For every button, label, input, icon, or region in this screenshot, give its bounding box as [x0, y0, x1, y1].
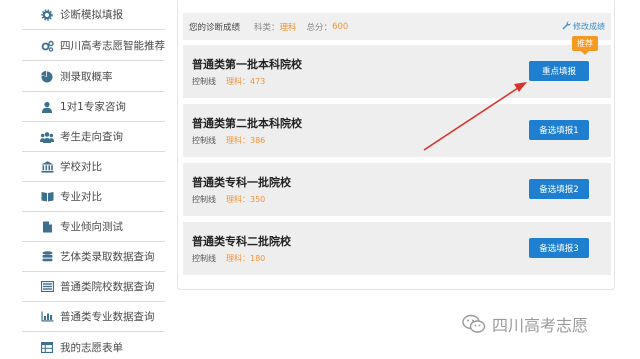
sidebar-item-smart-recommend[interactable]: 四川高考志愿智能推荐	[22, 31, 165, 61]
users-icon	[40, 130, 54, 144]
wechat-icon	[462, 314, 486, 334]
subject-value: 理科	[279, 22, 297, 33]
sidebar-item-label: 专业倾向测试	[60, 221, 123, 233]
sidebar-item-direction[interactable]: 考生走向查询	[22, 122, 165, 152]
sidebar-item-my-form[interactable]: 我的志愿表单	[22, 332, 165, 359]
sidebar-item-label: 我的志愿表单	[60, 341, 123, 354]
sidebar: 诊断模拟填报 四川高考志愿智能推荐 测录取概率 1对1专家咨询 考生走向查询 学…	[22, 0, 165, 359]
control-line: 控制线 理科：350	[192, 194, 265, 205]
batch-name: 普通类专科二批院校	[192, 235, 291, 248]
sidebar-item-tendency-test[interactable]: 专业倾向测试	[22, 212, 165, 242]
sidebar-item-label: 测录取概率	[60, 71, 113, 83]
pie-chart-icon	[40, 70, 54, 84]
recommend-badge: 推荐	[572, 36, 598, 55]
backup-fill-button-2[interactable]: 备选填报2	[529, 179, 589, 199]
batch-card-2: 普通类第二批本科院校 控制线 理科：386 备选填报1	[183, 104, 611, 157]
backup-fill-button-3[interactable]: 备选填报3	[529, 238, 589, 258]
control-line-value: 180	[250, 254, 266, 263]
control-line-value: 350	[250, 195, 266, 204]
edit-score-label: 修改成绩	[573, 22, 605, 31]
control-line-label: 控制线	[192, 195, 216, 204]
wrench-icon	[562, 21, 571, 32]
batch-name: 普通类第一批本科院校	[192, 58, 302, 71]
control-line-kind: 理科：	[226, 77, 250, 86]
control-line: 控制线 理科：473	[192, 76, 265, 87]
sidebar-item-art-sports-data[interactable]: 艺体类录取数据查询	[22, 242, 165, 272]
backup-fill-button-1[interactable]: 备选填报1	[529, 120, 589, 140]
gears-icon	[40, 39, 54, 53]
sidebar-item-expert[interactable]: 1对1专家咨询	[22, 92, 165, 122]
sidebar-item-college-data[interactable]: 普通类院校数据查询	[22, 272, 165, 302]
watermark-text: 四川高考志愿	[492, 316, 589, 335]
sidebar-item-label: 四川高考志愿智能推荐	[60, 40, 165, 52]
sidebar-item-major-data[interactable]: 普通类专业数据查询	[22, 302, 165, 332]
bank-icon	[40, 160, 54, 174]
bar-chart-icon	[40, 310, 54, 324]
sidebar-item-major-compare[interactable]: 专业对比	[22, 182, 165, 212]
gear-icon	[40, 8, 54, 22]
table-icon	[40, 340, 54, 354]
control-line: 控制线 理科：386	[192, 135, 265, 146]
user-icon	[40, 100, 54, 114]
sidebar-item-label: 诊断模拟填报	[60, 9, 123, 21]
control-line-label: 控制线	[192, 77, 216, 86]
watermark: 四川高考志愿	[462, 312, 588, 336]
score-label: 总分：	[306, 22, 333, 33]
sidebar-item-label: 1对1专家咨询	[60, 101, 126, 113]
score-title: 您的诊断成绩	[189, 22, 241, 33]
sidebar-item-diagnosis[interactable]: 诊断模拟填报	[22, 0, 165, 30]
control-line-value: 473	[250, 77, 266, 86]
database-icon	[40, 250, 54, 264]
score-header: 您的诊断成绩 科类： 理科 总分： 600 修改成绩	[183, 13, 611, 40]
sidebar-item-label: 艺体类录取数据查询	[60, 251, 155, 263]
control-line-label: 控制线	[192, 136, 216, 145]
control-line-label: 控制线	[192, 254, 216, 263]
sidebar-item-label: 考生走向查询	[60, 131, 123, 143]
key-fill-button[interactable]: 重点填报	[529, 61, 589, 81]
control-line-value: 386	[250, 136, 266, 145]
sidebar-item-label: 普通类院校数据查询	[60, 281, 155, 293]
batch-card-3: 普通类专科一批院校 控制线 理科：350 备选填报2	[183, 163, 611, 216]
document-icon	[40, 220, 54, 234]
sidebar-item-label: 专业对比	[60, 191, 102, 203]
book-icon	[40, 190, 54, 204]
subject-label: 科类：	[254, 22, 280, 33]
control-line-kind: 理科：	[226, 136, 250, 145]
score-value: 600	[332, 21, 349, 32]
diagnosis-panel: 您的诊断成绩 科类： 理科 总分： 600 修改成绩 普通类第一批本科院校 控制…	[177, 0, 615, 290]
batch-name: 普通类第二批本科院校	[192, 117, 302, 130]
edit-score-link[interactable]: 修改成绩	[562, 21, 605, 32]
list-icon	[40, 280, 54, 294]
control-line-kind: 理科：	[226, 195, 250, 204]
sidebar-item-label: 学校对比	[60, 161, 102, 173]
batch-card-4: 普通类专科二批院校 控制线 理科：180 备选填报3	[183, 222, 611, 275]
batch-name: 普通类专科一批院校	[192, 176, 291, 189]
sidebar-item-label: 普通类专业数据查询	[60, 311, 155, 323]
control-line: 控制线 理科：180	[192, 253, 265, 264]
sidebar-item-probability[interactable]: 测录取概率	[22, 62, 165, 92]
control-line-kind: 理科：	[226, 254, 250, 263]
sidebar-item-school-compare[interactable]: 学校对比	[22, 152, 165, 182]
batch-card-1: 普通类第一批本科院校 控制线 理科：473 重点填报	[183, 45, 611, 98]
